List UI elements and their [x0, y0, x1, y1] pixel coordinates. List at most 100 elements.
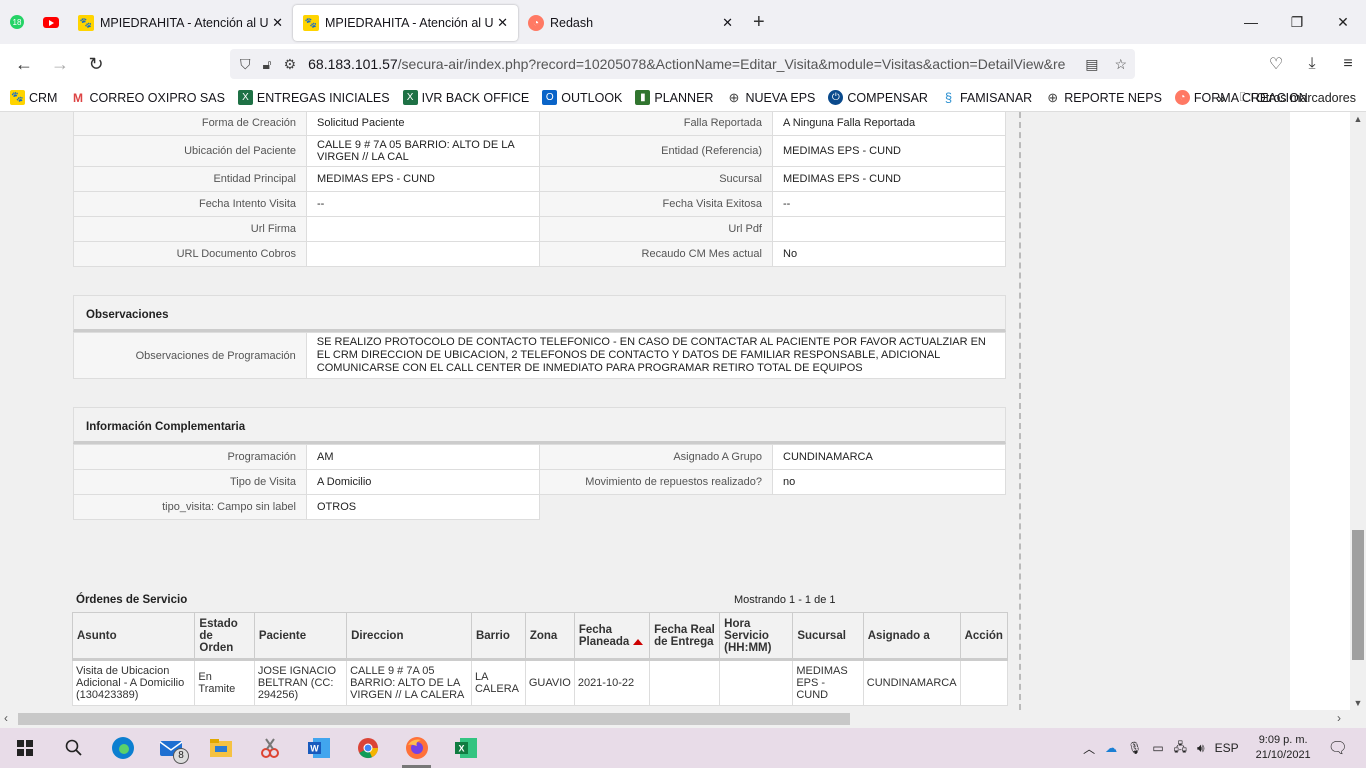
word-icon[interactable]: W	[294, 728, 343, 768]
battery-icon[interactable]: ▭	[1152, 741, 1163, 755]
field-value	[306, 241, 540, 267]
redash-icon: ◔	[1174, 90, 1190, 105]
scroll-down-icon[interactable]: ▼	[1350, 698, 1366, 708]
scroll-thumb[interactable]	[1352, 530, 1364, 660]
close-window-icon[interactable]: ✕	[1320, 0, 1366, 44]
other-bookmarks[interactable]: » 🗀 Otros marcadores	[1218, 84, 1356, 112]
excel-icon[interactable]: X	[441, 728, 490, 768]
forward-arrow-icon[interactable]: →	[42, 54, 78, 75]
bookmark-ivr[interactable]: X IVR BACK OFFICE	[402, 90, 529, 105]
col-sucursal[interactable]: Sucursal	[792, 612, 864, 661]
close-tab-icon[interactable]: ✕	[722, 15, 733, 31]
permissions-icon[interactable]: ⚙	[284, 56, 297, 73]
complementaria-table: Programación AM Asignado A Grupo CUNDINAMAR…	[73, 444, 1006, 520]
detail-row: Tipo de Visita A Domicilio Movimiento de r…	[73, 469, 1006, 495]
new-tab-button[interactable]: +	[743, 11, 775, 34]
menu-icon[interactable]: ≡	[1330, 55, 1366, 73]
col-hora[interactable]: Hora Servicio (HH:MM)	[719, 612, 794, 661]
scroll-up-icon[interactable]: ▲	[1350, 114, 1366, 124]
bookmark-entregas[interactable]: X ENTREGAS INICIALES	[237, 90, 390, 105]
windows-start-icon[interactable]	[0, 728, 49, 768]
bookmark-star-icon[interactable]: ☆	[1114, 56, 1127, 73]
firefox-icon[interactable]	[392, 728, 441, 768]
chrome-icon[interactable]	[343, 728, 392, 768]
tab-1[interactable]: 🐾 MPIEDRAHITA - Atención al Usuario✕	[68, 5, 293, 41]
excel-icon: X	[402, 90, 418, 105]
field-label: Programación	[73, 444, 307, 470]
field-value: MEDIMAS EPS - CUND	[772, 166, 1006, 192]
col-paciente[interactable]: Paciente	[253, 612, 348, 661]
language-indicator[interactable]: ESP	[1215, 741, 1239, 755]
field-value	[772, 216, 1006, 242]
scroll-thumb[interactable]	[18, 713, 850, 725]
col-asignado[interactable]: Asignado a	[862, 612, 961, 661]
download-icon[interactable]: ⤓	[1294, 55, 1330, 73]
bookmark-famisanar[interactable]: § FAMISANAR	[940, 90, 1032, 105]
cell-accion	[959, 659, 1009, 706]
detail-row: Programación AM Asignado A Grupo CUNDINAMAR…	[73, 444, 1006, 470]
globe-icon: ⊕	[726, 90, 742, 105]
shield-icon[interactable]: ⛉	[240, 56, 251, 73]
horizontal-scrollbar[interactable]: ‹ ›	[0, 710, 1366, 728]
detail-row: URL Documento Cobros Recaudo CM Mes actua…	[73, 241, 1006, 267]
pinned-tab-youtube[interactable]	[34, 0, 68, 44]
back-arrow-icon[interactable]: ←	[6, 54, 42, 75]
clock[interactable]: 9:09 p. m. 21/10/2021	[1256, 733, 1311, 763]
bookmark-compensar[interactable]: ⏻ COMPENSAR	[828, 90, 928, 105]
col-zona[interactable]: Zona	[524, 612, 575, 661]
mail-icon[interactable]: 8	[147, 728, 196, 768]
scroll-left-icon[interactable]: ‹	[4, 711, 8, 725]
tab-2[interactable]: 🐾 MPIEDRAHITA - Atención al Usuario✕	[293, 5, 518, 41]
ordenes-title: Órdenes de Servicio	[76, 594, 188, 606]
onedrive-icon[interactable]: ☁	[1105, 741, 1117, 755]
toolbar-right: ♡ ⤓ ≡	[1258, 44, 1366, 84]
col-estado[interactable]: Estado de Orden	[194, 612, 255, 661]
snipping-tool-icon[interactable]	[245, 728, 294, 768]
bookmark-label: PLANNER	[654, 90, 714, 105]
tab-3[interactable]: ◔ Redash ✕	[518, 5, 743, 41]
bookmark-correo[interactable]: M CORREO OXIPRO SAS	[70, 90, 225, 105]
cell-fecha-planeada: 2021-10-22	[573, 659, 651, 706]
notifications-icon[interactable]: 🗨︎	[1328, 738, 1348, 758]
col-fecha-planeada[interactable]: Fecha Planeada	[573, 612, 651, 661]
col-direccion[interactable]: Direccion	[346, 612, 472, 661]
bookmark-nueva-eps[interactable]: ⊕ NUEVA EPS	[726, 90, 815, 105]
field-value: SE REALIZO PROTOCOLO DE CONTACTO TELEFON…	[305, 332, 1007, 379]
col-asunto[interactable]: Asunto	[71, 612, 196, 661]
reload-icon[interactable]: ↻	[78, 54, 114, 75]
scroll-right-icon[interactable]: ›	[1337, 711, 1341, 725]
address-bar[interactable]: ⛉ 🔓︎ ⚙ 68.183.101.57/secura-air/index.ph…	[230, 49, 1135, 79]
detail-row: Observaciones de Programación SE REALIZO…	[73, 332, 1007, 379]
col-barrio[interactable]: Barrio	[470, 612, 526, 661]
chevron-up-icon[interactable]: ︿	[1083, 740, 1095, 757]
famisanar-icon: §	[940, 90, 956, 105]
bookmark-outlook[interactable]: O OUTLOOK	[542, 90, 622, 105]
pinned-tab-whatsapp[interactable]: 18	[0, 0, 34, 44]
network-icon[interactable]: 🖧	[1174, 738, 1187, 759]
edge-icon[interactable]	[98, 728, 147, 768]
system-tray: ︿ ☁ 🎙︎ ▭ 🖧 🔊︎ ESP 9:09 p. m. 21/10/2021 …	[1078, 728, 1366, 768]
field-label: Entidad (Referencia)	[539, 135, 773, 167]
nav-bar: ← → ↻ ⛉ 🔓︎ ⚙ 68.183.101.57/secura-air/in…	[0, 44, 1366, 84]
cell-asunto[interactable]: Visita de Ubicacion Adicional - A Domici…	[71, 659, 196, 706]
bookmark-planner[interactable]: ▮ PLANNER	[635, 90, 713, 105]
field-label: tipo_visita: Campo sin label	[73, 494, 307, 520]
cell-zona: GUAVIO	[524, 659, 575, 706]
bookmark-reporte-neps[interactable]: ⊕ REPORTE NEPS	[1045, 90, 1162, 105]
reader-view-icon[interactable]: ▤	[1085, 56, 1098, 73]
microphone-icon[interactable]: 🎙︎	[1127, 741, 1142, 755]
minimize-icon[interactable]: —	[1228, 0, 1274, 44]
insecure-lock-icon[interactable]: 🔓︎	[263, 56, 272, 73]
volume-icon[interactable]: 🔊︎	[1197, 741, 1205, 756]
chevrons-right-icon[interactable]: »	[1218, 90, 1226, 106]
close-tab-icon[interactable]: ✕	[272, 15, 283, 31]
pocket-icon[interactable]: ♡	[1258, 54, 1294, 74]
detail-row: Ubicación del Paciente CALLE 9 # 7A 05 BA…	[73, 135, 1006, 167]
file-explorer-icon[interactable]	[196, 728, 245, 768]
vertical-scrollbar[interactable]: ▲ ▼	[1350, 112, 1366, 710]
bookmark-crm[interactable]: 🐾 CRM	[10, 90, 57, 105]
col-fecha-real[interactable]: Fecha Real de Entrega	[649, 612, 721, 661]
search-icon[interactable]	[49, 728, 98, 768]
close-tab-icon[interactable]: ✕	[497, 15, 508, 31]
restore-icon[interactable]: ❐	[1274, 0, 1320, 44]
